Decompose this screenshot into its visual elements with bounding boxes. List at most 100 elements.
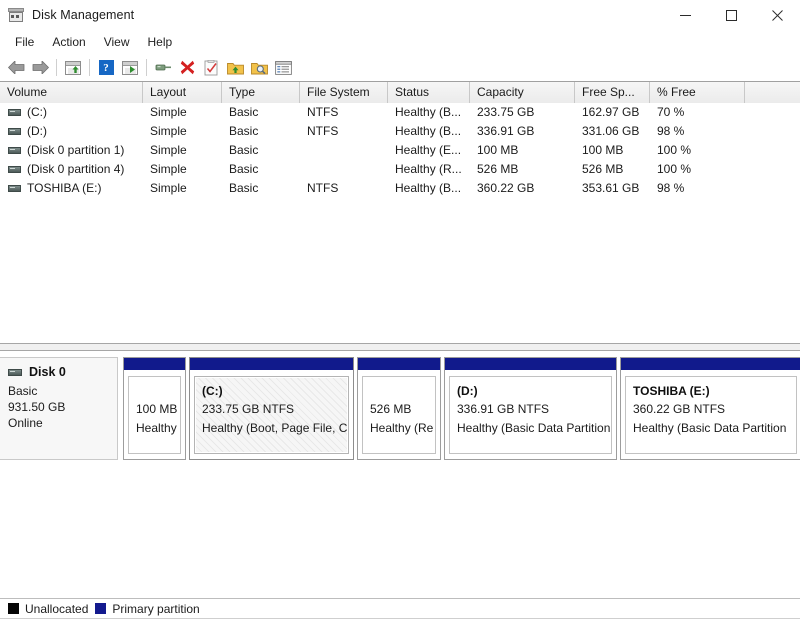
partition-recovery-526mb[interactable]: 526 MB Healthy (Re [357, 357, 441, 460]
column-header-type[interactable]: Type [222, 82, 300, 103]
folder-search-icon[interactable] [247, 57, 271, 79]
cell-status: Healthy (B... [395, 124, 462, 138]
cell-type: Basic [229, 124, 259, 138]
column-header-layout[interactable]: Layout [143, 82, 222, 103]
properties-icon[interactable] [151, 57, 175, 79]
forward-arrow-icon[interactable] [28, 57, 52, 79]
disk-name: Disk 0 [29, 365, 66, 379]
menu-action[interactable]: Action [43, 32, 94, 52]
detail-view-icon[interactable] [271, 57, 295, 79]
maximize-icon[interactable] [708, 0, 754, 30]
partition-size: 336.91 GB NTFS [457, 402, 550, 416]
cell-free-space: 331.06 GB [582, 124, 640, 138]
cell-capacity: 233.75 GB [477, 105, 535, 119]
table-row[interactable]: (D:) Simple Basic NTFS Healthy (B... 336… [0, 122, 800, 141]
partition-color-band [621, 358, 800, 371]
cell-volume: (D:) [0, 122, 143, 141]
partition-color-band [124, 358, 185, 371]
up-one-level-icon[interactable] [61, 57, 85, 79]
menu-help[interactable]: Help [139, 32, 182, 52]
table-row[interactable]: (Disk 0 partition 4) Simple Basic Health… [0, 160, 800, 179]
cell-free-space: 100 MB [582, 143, 624, 157]
partition-c-drive[interactable]: (C:) 233.75 GB NTFS Healthy (Boot, Page … [189, 357, 354, 460]
close-icon[interactable] [754, 0, 800, 30]
toolbar: ? [0, 54, 800, 81]
cell-capacity: 100 MB [477, 143, 519, 157]
window-controls [662, 0, 800, 30]
column-header-spacer[interactable] [745, 82, 800, 103]
table-row[interactable]: TOSHIBA (E:) Simple Basic NTFS Healthy (… [0, 179, 800, 198]
disk-size: 931.50 GB [8, 400, 66, 414]
column-header-status[interactable]: Status [388, 82, 470, 103]
minimize-icon[interactable] [662, 0, 708, 30]
disk-icon [8, 368, 22, 376]
partition-d-drive[interactable]: (D:) 336.91 GB NTFS Healthy (Basic Data … [444, 357, 617, 460]
legend-item-primary-partition: Primary partition [95, 601, 200, 616]
back-arrow-icon[interactable] [4, 57, 28, 79]
partition-status: Healthy (Boot, Page File, Cr [202, 421, 349, 435]
volume-list-pane: Volume Layout Type File System Status Ca… [0, 81, 800, 343]
show-console-tree-icon[interactable] [118, 57, 142, 79]
folder-up-icon[interactable] [223, 57, 247, 79]
partition-size: 100 MB [136, 402, 178, 416]
partition-status: Healthy (Re [370, 421, 434, 435]
volume-table-body: (C:) Simple Basic NTFS Healthy (B... 233… [0, 103, 800, 198]
cell-percent-free: 100 % [657, 143, 692, 157]
partition-size: 526 MB [370, 402, 412, 416]
pane-splitter[interactable] [0, 343, 800, 351]
menu-file[interactable]: File [6, 32, 43, 52]
cell-status: Healthy (R... [395, 162, 462, 176]
cell-type: Basic [229, 181, 259, 195]
cell-percent-free: 100 % [657, 162, 692, 176]
column-header-free-space[interactable]: Free Sp... [575, 82, 650, 103]
cell-layout: Simple [150, 124, 187, 138]
help-icon[interactable]: ? [94, 57, 118, 79]
menu-view[interactable]: View [95, 32, 139, 52]
column-header-file-system[interactable]: File System [300, 82, 388, 103]
legend-label-primary: Primary partition [112, 601, 200, 616]
partition-status: Healthy (Basic Data Partition [457, 421, 611, 435]
partition-status: Healthy [136, 421, 177, 435]
volume-icon [8, 185, 21, 192]
partition-toshiba-e-drive[interactable]: TOSHIBA (E:) 360.22 GB NTFS Healthy (Bas… [620, 357, 800, 460]
volume-icon [8, 147, 21, 154]
cell-layout: Simple [150, 181, 187, 195]
cell-capacity: 360.22 GB [477, 181, 535, 195]
cell-status: Healthy (B... [395, 105, 462, 119]
partition-label-spacer [370, 383, 435, 400]
legend-bar: Unallocated Primary partition [0, 598, 800, 618]
disk-graphical-pane: Disk 0 Basic 931.50 GB Online 100 MB Hea… [0, 351, 800, 598]
partition-size: 233.75 GB NTFS [202, 402, 295, 416]
cell-percent-free: 98 % [657, 181, 685, 195]
column-header-volume[interactable]: Volume [0, 82, 143, 103]
cell-volume: (C:) [0, 103, 143, 122]
partition-label: (D:) [457, 384, 478, 398]
cell-volume-label: (D:) [27, 124, 47, 138]
volume-table-header: Volume Layout Type File System Status Ca… [0, 82, 800, 103]
cell-status: Healthy (B... [395, 181, 462, 195]
bottom-strip [0, 618, 800, 628]
cell-file-system: NTFS [307, 105, 339, 119]
window-title: Disk Management [32, 8, 135, 22]
disk-info-panel[interactable]: Disk 0 Basic 931.50 GB Online [0, 357, 118, 460]
cell-volume-label: (C:) [27, 105, 47, 119]
table-row[interactable]: (Disk 0 partition 1) Simple Basic Health… [0, 141, 800, 160]
cell-volume: (Disk 0 partition 4) [0, 160, 143, 179]
checklist-icon[interactable] [199, 57, 223, 79]
delete-icon[interactable] [175, 57, 199, 79]
table-row[interactable]: (C:) Simple Basic NTFS Healthy (B... 233… [0, 103, 800, 122]
cell-type: Basic [229, 105, 259, 119]
partition-efi-100mb[interactable]: 100 MB Healthy [123, 357, 186, 460]
cell-file-system: NTFS [307, 181, 339, 195]
disk-title: Disk 0 [8, 365, 117, 379]
column-header-capacity[interactable]: Capacity [470, 82, 575, 103]
cell-volume: (Disk 0 partition 1) [0, 141, 143, 160]
cell-volume-label: (Disk 0 partition 4) [27, 162, 125, 176]
cell-capacity: 336.91 GB [477, 124, 535, 138]
toolbar-separator [146, 59, 147, 76]
disk-type: Basic [8, 384, 38, 398]
disk-row-disk0: Disk 0 Basic 931.50 GB Online 100 MB Hea… [0, 357, 800, 460]
cell-layout: Simple [150, 143, 187, 157]
partition-status: Healthy (Basic Data Partition [633, 421, 787, 435]
column-header-percent-free[interactable]: % Free [650, 82, 745, 103]
